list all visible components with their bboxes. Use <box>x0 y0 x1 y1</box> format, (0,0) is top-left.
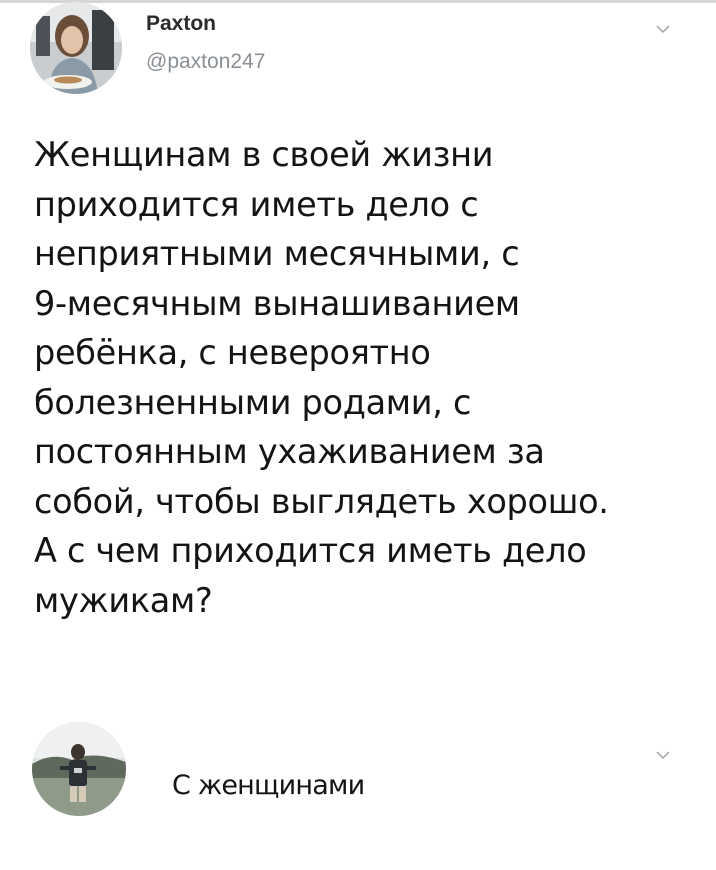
tweet-card[interactable]: Paxton @paxton247 Женщинам в своей жизни… <box>0 0 716 700</box>
chevron-down-icon[interactable] <box>656 22 670 36</box>
profile-photo-woman-icon <box>30 2 122 94</box>
tweet-body: Женщинам в своей жизни приходится иметь … <box>34 135 609 620</box>
reply-avatar[interactable] <box>32 722 126 816</box>
author-handle[interactable]: @paxton247 <box>146 50 265 74</box>
author-avatar[interactable] <box>30 2 122 94</box>
author-name[interactable]: Paxton <box>146 12 216 36</box>
reply-body: С женщинами <box>172 770 365 801</box>
profile-photo-man-icon <box>32 722 126 816</box>
chevron-down-icon[interactable] <box>656 748 670 762</box>
reply-card[interactable]: С женщинами <box>0 700 716 870</box>
